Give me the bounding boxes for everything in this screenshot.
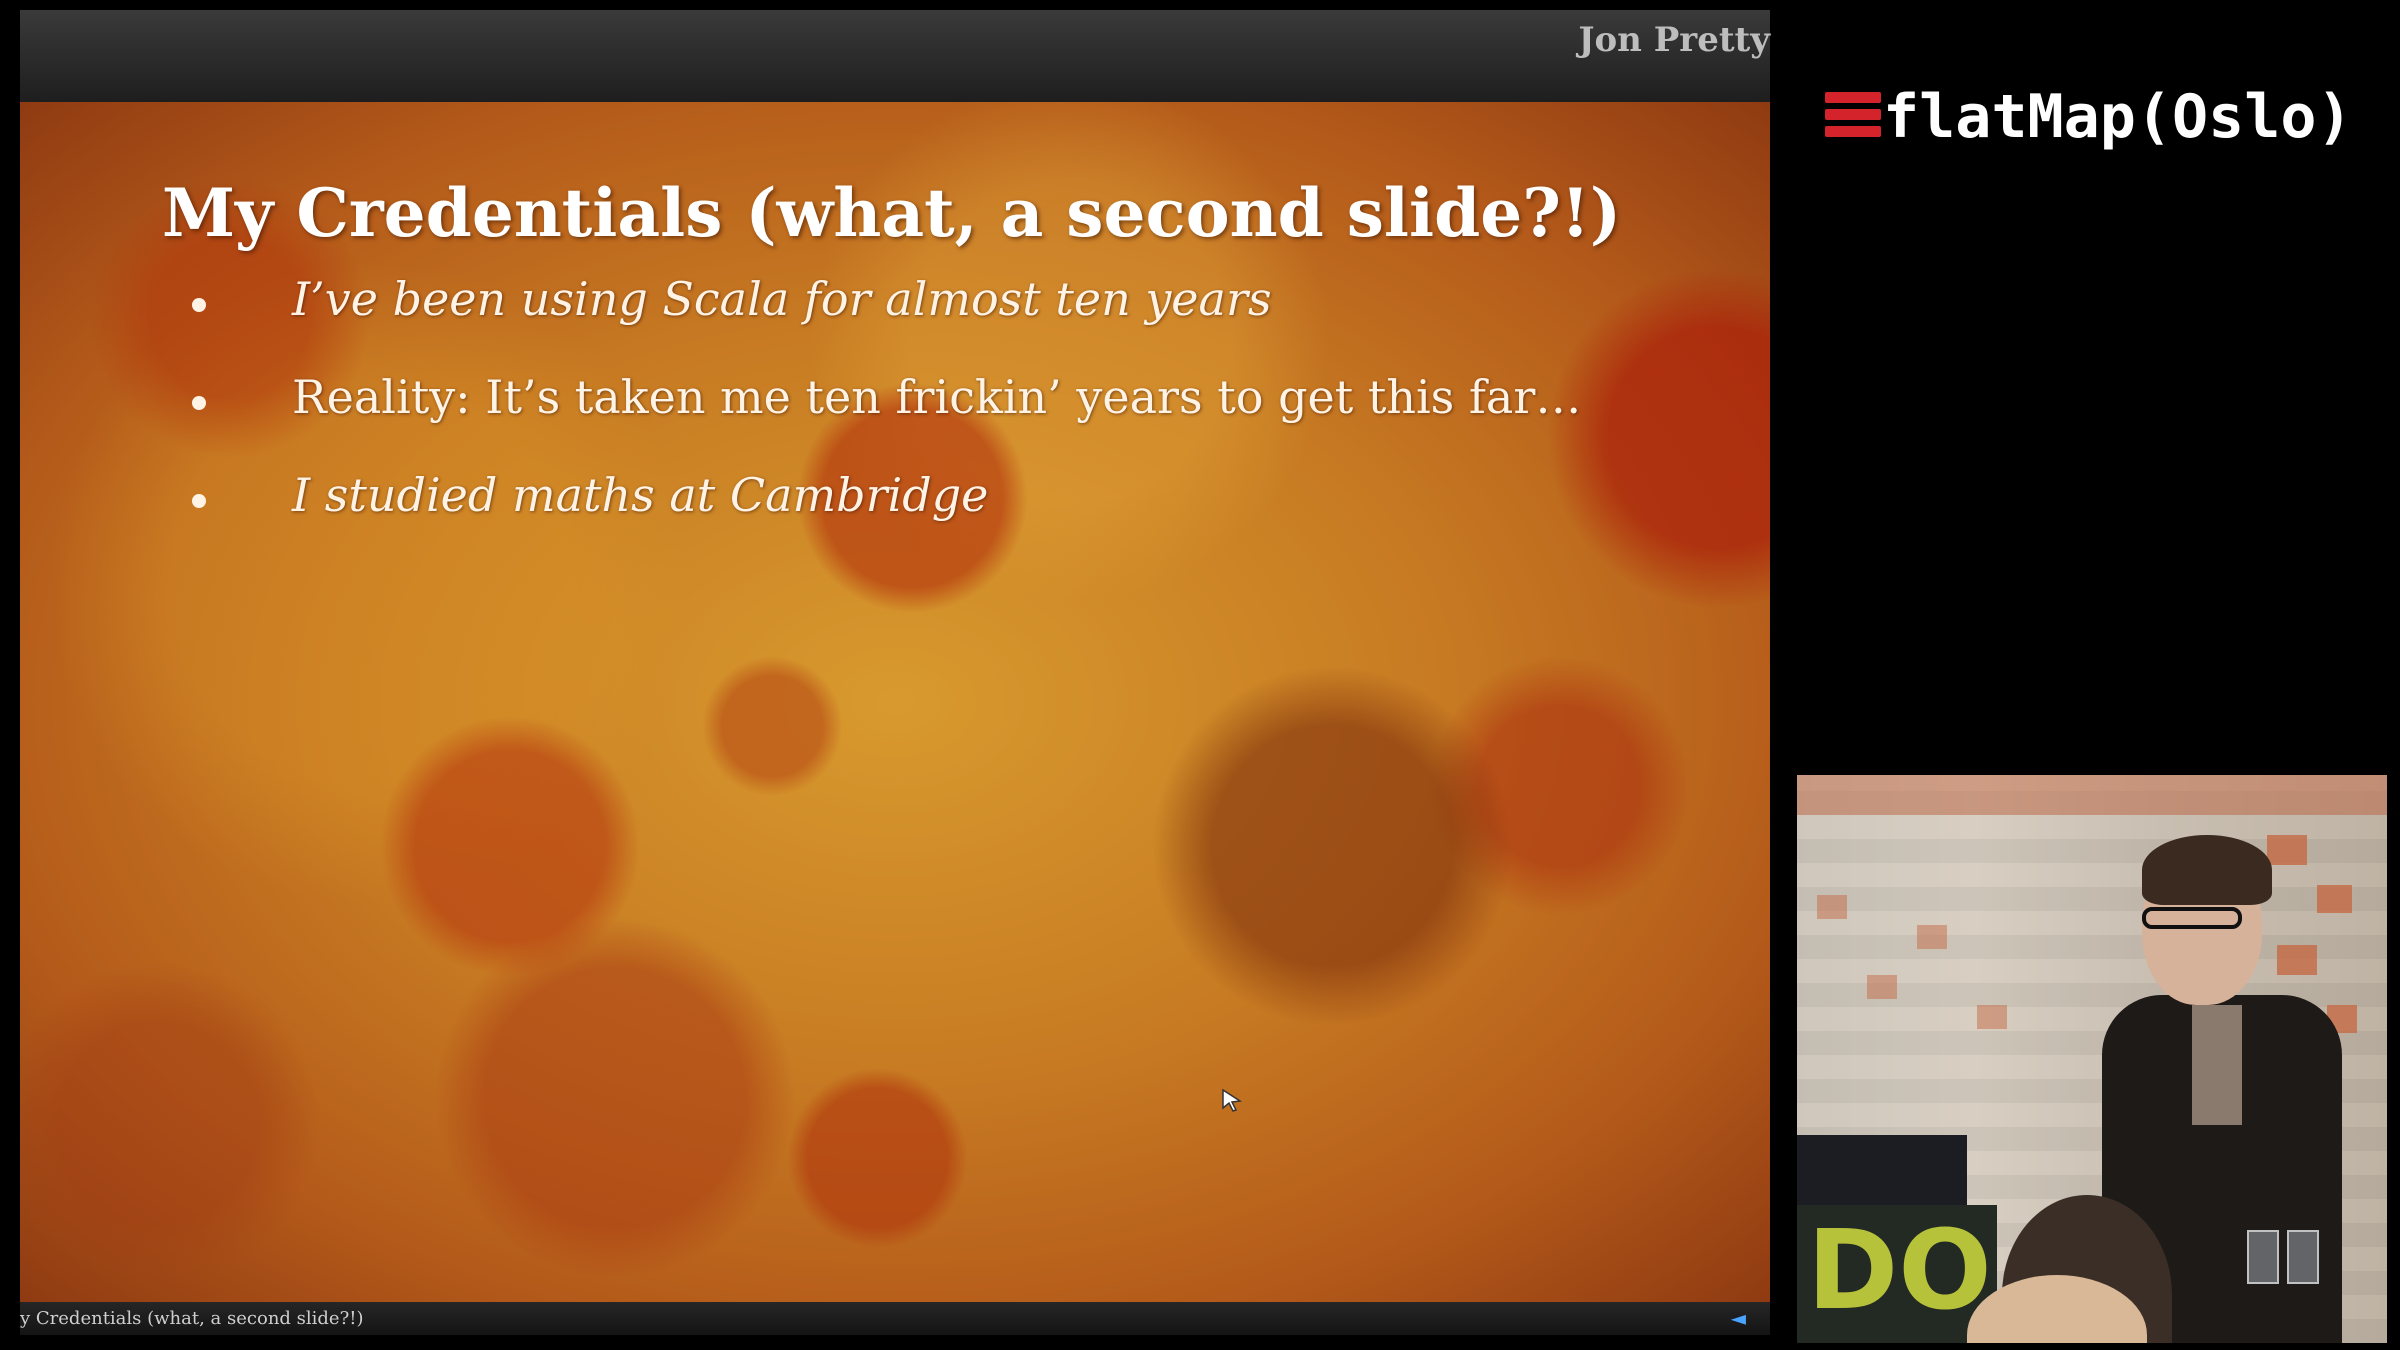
presentation-slide: Jon Pretty My Credentials (what, a secon… [20, 10, 1770, 1335]
bullet-text: Reality: It’s taken me ten frickin’ year… [292, 370, 1582, 424]
glasses-icon [2142, 907, 2242, 929]
slide-footer: y Credentials (what, a second slide?!) ◄ [20, 1302, 1770, 1335]
footer-slide-title: y Credentials (what, a second slide?!) [20, 1308, 364, 1329]
slide-author: Jon Pretty [1578, 20, 1770, 60]
podium-logo: DO [1807, 1206, 1992, 1334]
previous-slide-icon[interactable]: ◄ [1731, 1306, 1746, 1330]
podium: DO [1797, 1205, 1997, 1343]
laptop [1797, 1135, 1967, 1215]
speaker-video: DO [1797, 775, 2387, 1343]
bullet-text: I studied maths at Cambridge [292, 468, 989, 522]
bullet-dot-icon [192, 494, 206, 508]
slide-canvas: My Credentials (what, a second slide?!) … [20, 102, 1770, 1302]
brand-text: flatMap(Oslo) [1883, 82, 2353, 152]
bullet-dot-icon [192, 298, 206, 312]
water-glass [2247, 1230, 2279, 1284]
slide-title: My Credentials (what, a second slide?!) [162, 174, 1622, 252]
water-glass [2287, 1230, 2319, 1284]
bullet-text: I’ve been using Scala for almost ten yea… [292, 272, 1272, 326]
bullet-dot-icon [192, 396, 206, 410]
mouse-cursor-icon [1222, 1088, 1243, 1112]
slide-header: Jon Pretty [20, 10, 1770, 102]
menu-bars-icon [1825, 92, 1881, 138]
